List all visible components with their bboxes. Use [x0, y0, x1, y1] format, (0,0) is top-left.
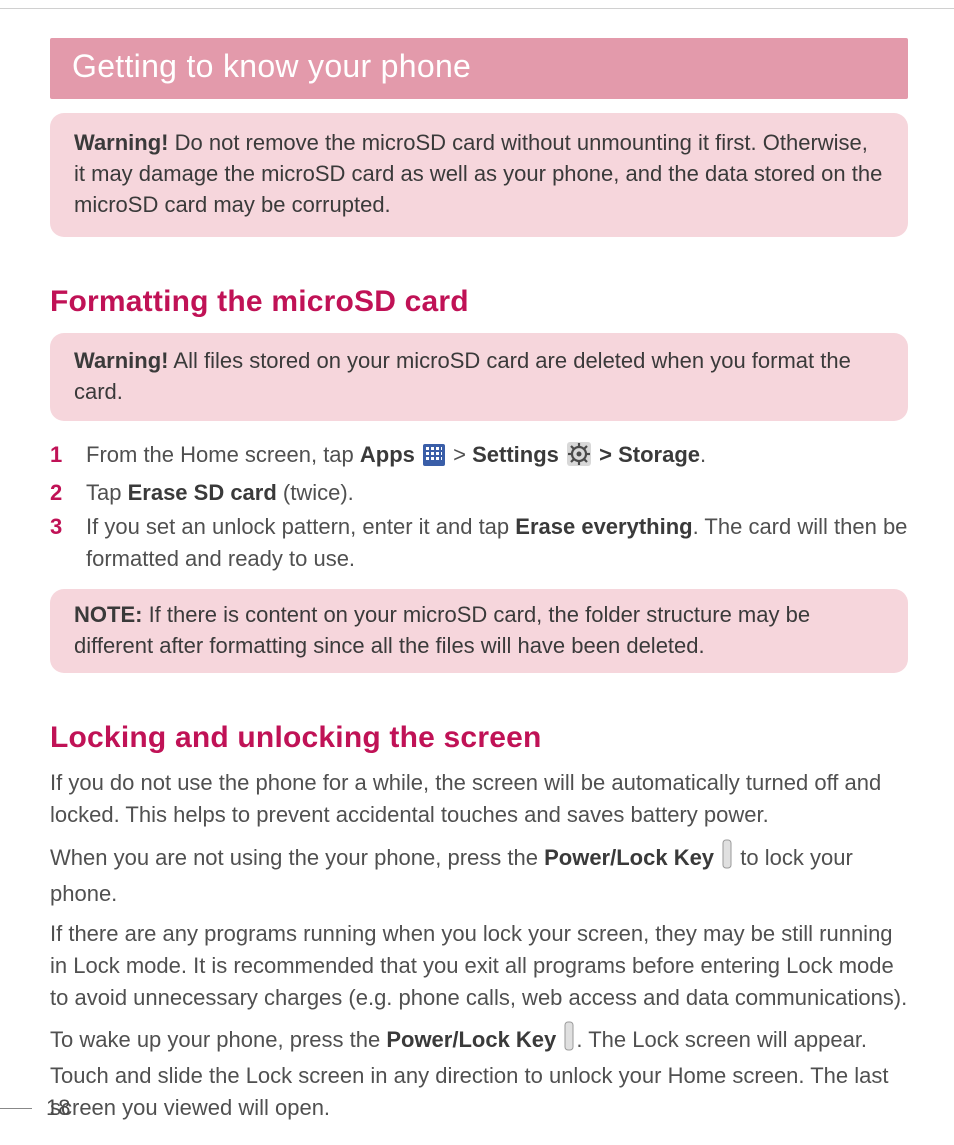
section-heading: Formatting the microSD card [50, 285, 908, 319]
warning-callout: Warning! All files stored on your microS… [50, 333, 908, 421]
footer-rule [0, 1108, 32, 1109]
note-text: If there is content on your microSD card… [74, 602, 810, 658]
step-number: 2 [50, 477, 86, 509]
page-number: 18 [46, 1095, 70, 1121]
body-paragraph: If you do not use the phone for a while,… [50, 767, 908, 831]
warning-callout: Warning! Do not remove the microSD card … [50, 113, 908, 237]
body-paragraph: If there are any programs running when y… [50, 918, 908, 1014]
page-footer: 18 [0, 1095, 70, 1121]
step-number: 3 [50, 511, 86, 543]
warning-text: All files stored on your microSD card ar… [74, 348, 851, 404]
body-paragraph: When you are not using the your phone, p… [50, 839, 908, 910]
note-label: NOTE: [74, 602, 142, 627]
note-callout: NOTE: If there is content on your microS… [50, 589, 908, 673]
step-item: 2 Tap Erase SD card (twice). [50, 477, 908, 509]
warning-text: Do not remove the microSD card without u… [74, 130, 882, 217]
page-content: Getting to know your phone Warning! Do n… [0, 0, 954, 1124]
step-body: From the Home screen, tap Apps > Setting… [86, 439, 908, 475]
power-lock-key-icon [564, 1021, 574, 1060]
chapter-title: Getting to know your phone [72, 48, 471, 84]
power-lock-key-icon [722, 839, 732, 878]
chapter-banner: Getting to know your phone [50, 38, 908, 99]
top-divider [0, 8, 954, 9]
step-item: 1 From the Home screen, tap Apps > Setti… [50, 439, 908, 475]
body-paragraph: To wake up your phone, press the Power/L… [50, 1021, 908, 1124]
settings-gear-icon [567, 442, 591, 475]
step-body: If you set an unlock pattern, enter it a… [86, 511, 908, 575]
step-item: 3 If you set an unlock pattern, enter it… [50, 511, 908, 575]
warning-label: Warning! [74, 130, 169, 155]
warning-label: Warning! [74, 348, 169, 373]
step-number: 1 [50, 439, 86, 471]
step-list: 1 From the Home screen, tap Apps > Setti… [50, 439, 908, 575]
apps-grid-icon [423, 443, 445, 475]
section-heading: Locking and unlocking the screen [50, 721, 908, 755]
step-body: Tap Erase SD card (twice). [86, 477, 908, 509]
